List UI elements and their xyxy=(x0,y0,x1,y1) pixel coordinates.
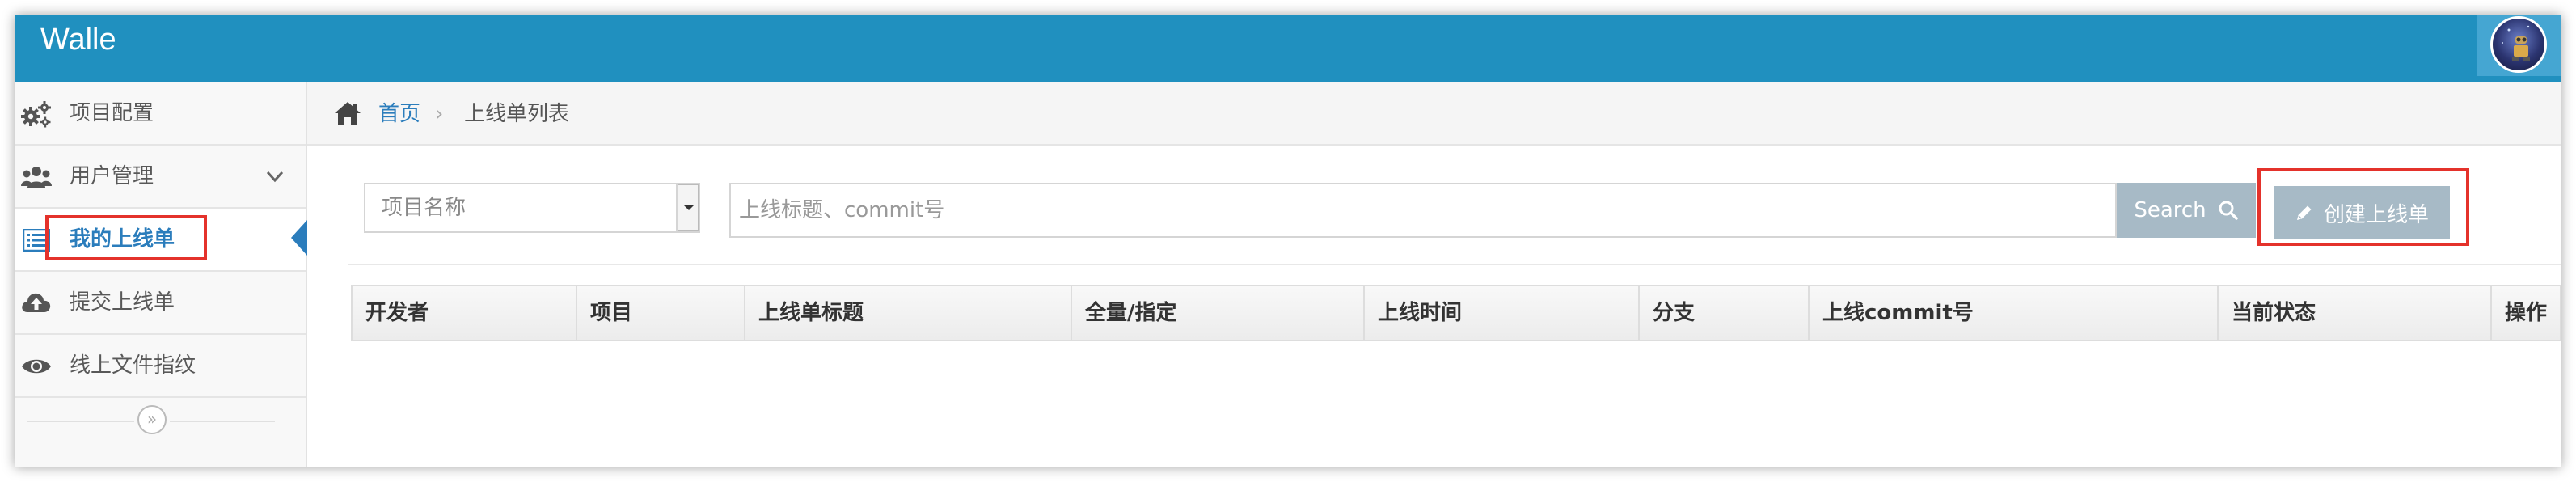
avatar[interactable] xyxy=(2490,16,2547,73)
eye-icon xyxy=(21,351,52,382)
caret-down-icon xyxy=(684,205,694,210)
search-icon xyxy=(2219,201,2238,220)
sidebar-item-label: 用户管理 xyxy=(70,164,154,188)
sidebar-collapse: » xyxy=(15,400,306,440)
gears-icon xyxy=(21,99,52,129)
brand-logo[interactable]: Walle xyxy=(40,21,116,58)
home-icon[interactable] xyxy=(333,100,362,126)
project-select[interactable]: 项目名称 xyxy=(364,183,700,233)
highlight-box xyxy=(2257,168,2469,246)
filter-toolbar: 项目名称 上线标题、commit号 Search 创建上线单 xyxy=(307,146,2561,267)
cloud-upload-icon xyxy=(21,288,52,319)
top-navbar: Walle xyxy=(15,15,2561,82)
sidebar-item-label: 提交上线单 xyxy=(70,290,175,315)
breadcrumb: 首页 › 上线单列表 xyxy=(307,82,2561,146)
select-toggle[interactable] xyxy=(676,184,699,231)
divider xyxy=(348,264,2561,265)
column-header[interactable]: 当前状态 xyxy=(2219,286,2492,340)
search-input[interactable]: 上线标题、commit号 xyxy=(729,183,2117,238)
app-window: Walle 项目配置 用户管理 我的上线单 提交上线单 线上文件指纹 » 首页 … xyxy=(15,15,2561,467)
chevron-down-icon xyxy=(266,171,284,183)
breadcrumb-home-link[interactable]: 首页 xyxy=(378,82,420,146)
sidebar-item-label: 线上文件指纹 xyxy=(70,353,196,378)
column-header[interactable]: 上线单标题 xyxy=(745,286,1072,340)
column-header[interactable]: 项目 xyxy=(577,286,745,340)
users-icon xyxy=(21,162,52,192)
divider xyxy=(27,421,134,422)
sidebar: 项目配置 用户管理 我的上线单 提交上线单 线上文件指纹 » xyxy=(15,82,307,467)
deploy-table: 开发者 项目 上线单标题 全量/指定 上线时间 分支 上线commit号 当前状… xyxy=(351,285,2561,341)
robot-avatar-icon xyxy=(2502,25,2530,61)
highlight-box xyxy=(45,215,207,260)
column-header[interactable]: 操作 xyxy=(2492,286,2560,340)
active-indicator xyxy=(291,220,307,256)
search-button[interactable]: Search xyxy=(2117,183,2256,238)
column-header[interactable]: 上线时间 xyxy=(1365,286,1640,340)
column-header[interactable]: 分支 xyxy=(1640,286,1810,340)
divider xyxy=(170,421,275,422)
sidebar-item-submit-deploy[interactable]: 提交上线单 xyxy=(15,272,306,335)
breadcrumb-current: 上线单列表 xyxy=(464,102,570,126)
column-header[interactable]: 全量/指定 xyxy=(1072,286,1365,340)
project-select-value: 项目名称 xyxy=(382,196,467,220)
sidebar-item-user-management[interactable]: 用户管理 xyxy=(15,146,306,209)
user-menu[interactable] xyxy=(2477,15,2561,76)
column-header[interactable]: 上线commit号 xyxy=(1810,286,2219,340)
column-header[interactable]: 开发者 xyxy=(353,286,577,340)
collapse-sidebar-button[interactable]: » xyxy=(137,405,167,434)
sidebar-item-label: 项目配置 xyxy=(70,101,154,125)
sidebar-item-file-fingerprint[interactable]: 线上文件指纹 xyxy=(15,335,306,398)
sidebar-item-project-config[interactable]: 项目配置 xyxy=(15,82,306,146)
search-button-label: Search xyxy=(2134,198,2206,222)
breadcrumb-separator: › xyxy=(435,102,444,126)
